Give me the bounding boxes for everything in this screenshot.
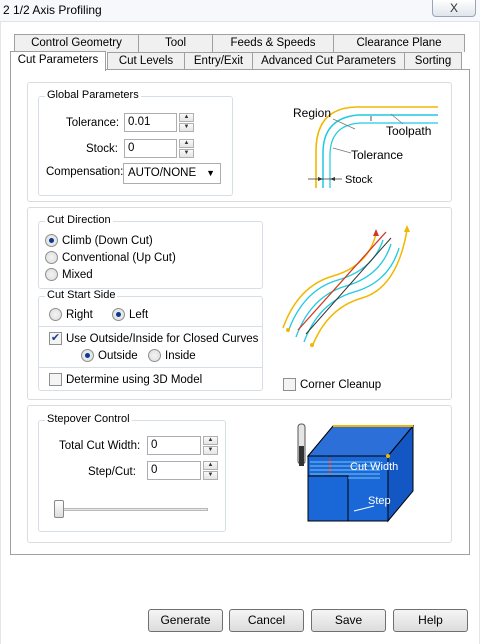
stepover-slider-track[interactable] [54, 508, 208, 511]
tolerance-input[interactable]: 0.01 [124, 113, 177, 132]
radio-right[interactable]: Right [49, 308, 93, 321]
stepover-section: Stepover Control Total Cut Width: 0 ▲ ▼ … [27, 405, 452, 543]
compensation-value: AUTO/NONE [128, 167, 197, 179]
radio-left[interactable]: Left [112, 308, 148, 321]
title-bar: 2 1/2 Axis Profiling X [0, 0, 480, 22]
tolerance-spinner[interactable]: ▲ ▼ [179, 113, 194, 132]
spin-up-icon[interactable]: ▲ [179, 113, 194, 122]
cut-start-side-title: Cut Start Side [45, 289, 118, 301]
save-button[interactable]: Save [311, 609, 386, 632]
cut-width-text: Cut Width [350, 461, 398, 473]
help-button[interactable]: Help [393, 609, 468, 632]
radio-inside[interactable]: Inside [148, 349, 196, 362]
cut-direction-title: Cut Direction [45, 214, 113, 226]
stock-input[interactable]: 0 [124, 139, 177, 158]
compensation-label: Compensation: [46, 166, 124, 178]
step-cut-input[interactable]: 0 [147, 461, 201, 480]
spin-up-icon[interactable]: ▲ [203, 461, 218, 470]
cut-direction-diagram [282, 225, 410, 348]
spin-down-icon[interactable]: ▼ [179, 123, 194, 132]
generate-button[interactable]: Generate [148, 609, 223, 632]
total-cut-width-label: Total Cut Width: [59, 440, 141, 452]
profiling-dialog: 2 1/2 Axis Profiling X Control Geometry … [0, 0, 480, 644]
cut-direction-section: Cut Direction Climb (Down Cut) Conventio… [27, 207, 452, 400]
tab-tool[interactable]: Tool [138, 34, 213, 52]
total-cut-width-input[interactable]: 0 [147, 436, 201, 455]
compensation-select[interactable]: AUTO/NONE ▼ [123, 163, 221, 184]
cancel-button[interactable]: Cancel [229, 609, 304, 632]
step-cut-label: Step/Cut: [88, 466, 136, 478]
spin-up-icon[interactable]: ▲ [179, 139, 194, 148]
spin-down-icon[interactable]: ▼ [179, 149, 194, 158]
radio-climb[interactable]: Climb (Down Cut) [45, 234, 153, 247]
radio-conventional[interactable]: Conventional (Up Cut) [45, 251, 176, 264]
checkmark-icon: ✔ [49, 332, 62, 345]
stepover-slider-thumb[interactable] [54, 500, 64, 518]
compensation-diagram: Region Toolpath Tolerance Stock [293, 106, 438, 188]
chevron-down-icon: ▼ [206, 168, 215, 178]
toolpath-text: Toolpath [386, 124, 431, 138]
region-text: Region [293, 106, 331, 120]
spin-up-icon[interactable]: ▲ [203, 436, 218, 445]
tolerance-text: Tolerance [351, 148, 403, 162]
tab-cut-parameters[interactable]: Cut Parameters [10, 51, 106, 71]
step-cut-spinner[interactable]: ▲ ▼ [203, 461, 218, 480]
stock-text: Stock [345, 174, 373, 186]
stock-label: Stock: [86, 143, 118, 155]
determine-3d-checkbox[interactable]: Determine using 3D Model [49, 373, 202, 386]
close-button[interactable]: X [432, 0, 476, 17]
use-outside-inside-checkbox[interactable]: ✔ Use Outside/Inside for Closed Curves [49, 332, 258, 345]
corner-cleanup-checkbox[interactable]: Corner Cleanup [283, 378, 381, 391]
tab-sorting[interactable]: Sorting [404, 52, 462, 70]
stepover-title: Stepover Control [45, 413, 132, 425]
tab-feeds-speeds[interactable]: Feeds & Speeds [212, 34, 334, 52]
global-params-section: Global Parameters Tolerance: 0.01 ▲ ▼ St… [27, 82, 452, 202]
tab-cut-levels[interactable]: Cut Levels [107, 52, 185, 70]
spin-down-icon[interactable]: ▼ [203, 446, 218, 455]
tolerance-label: Tolerance: [66, 117, 120, 129]
tab-control-geometry[interactable]: Control Geometry [14, 34, 139, 52]
tab-advanced-cut-parameters[interactable]: Advanced Cut Parameters [252, 52, 405, 70]
window-title: 2 1/2 Axis Profiling [3, 3, 102, 17]
spin-down-icon[interactable]: ▼ [203, 471, 218, 480]
radio-outside[interactable]: Outside [81, 349, 138, 362]
stepover-diagram: Cut Width Step [297, 423, 415, 523]
stock-spinner[interactable]: ▲ ▼ [179, 139, 194, 158]
tab-entry-exit[interactable]: Entry/Exit [184, 52, 253, 70]
tab-clearance-plane[interactable]: Clearance Plane [333, 34, 465, 52]
global-params-title: Global Parameters [45, 89, 141, 101]
total-cut-width-spinner[interactable]: ▲ ▼ [203, 436, 218, 455]
radio-mixed[interactable]: Mixed [45, 268, 93, 281]
step-text: Step [368, 495, 391, 507]
